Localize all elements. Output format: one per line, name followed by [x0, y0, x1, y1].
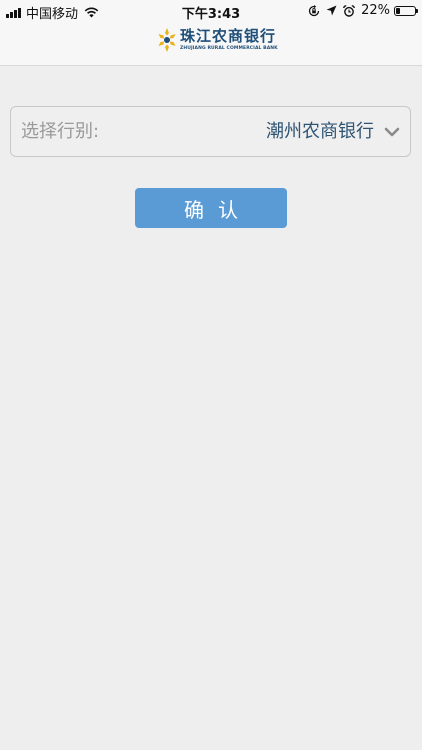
battery-percent: 22% — [361, 3, 390, 18]
rotation-lock-icon — [308, 4, 320, 16]
chevron-down-icon[interactable] — [384, 127, 400, 137]
select-label: 选择行别: — [21, 121, 100, 142]
logo-chinese-name: 珠江农商银行 — [180, 27, 277, 45]
logo-text: 珠江农商银行 ZHUJIANG RURAL COMMERCIAL BANK — [180, 28, 278, 52]
location-icon — [326, 5, 337, 16]
status-bar: 中国移动 下午3:43 22% — [0, 0, 422, 22]
status-bar-right: 22% — [308, 3, 418, 18]
battery-level — [396, 7, 400, 14]
bank-emblem-icon — [158, 28, 176, 52]
bank-logo: 珠江农商银行 ZHUJIANG RURAL COMMERCIAL BANK — [157, 27, 278, 53]
logo-english-name: ZHUJIANG RURAL COMMERCIAL BANK — [180, 46, 278, 51]
confirm-button[interactable]: 确认 — [135, 188, 287, 228]
alarm-icon — [343, 4, 355, 17]
select-value: 潮州农商银行 — [266, 121, 374, 142]
bank-type-select[interactable]: 选择行别: 潮州农商银行 — [10, 106, 411, 157]
app-header: 珠江农商银行 ZHUJIANG RURAL COMMERCIAL BANK — [0, 22, 422, 66]
battery-icon — [394, 5, 418, 16]
